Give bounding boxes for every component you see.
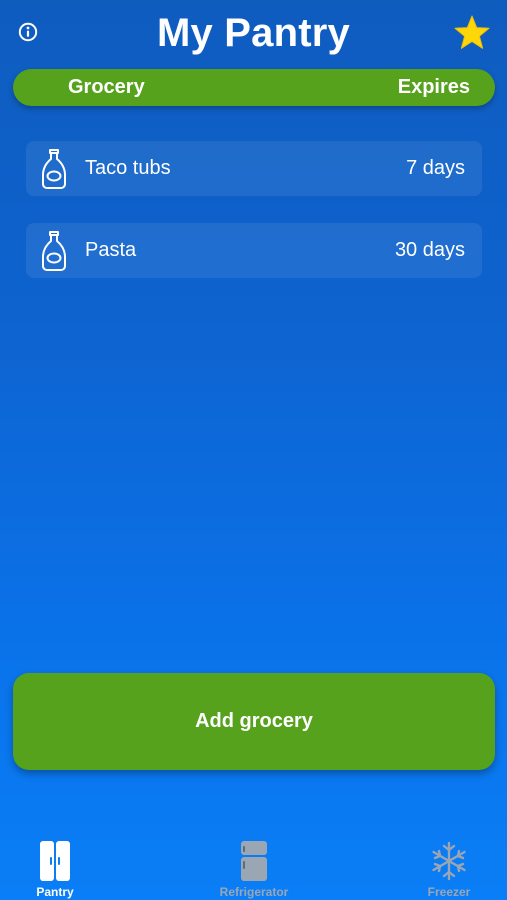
bottle-icon: [42, 231, 66, 271]
grocery-list: Taco tubs 7 days Pasta 30 days: [26, 141, 482, 305]
tab-pantry-label: Pantry: [36, 885, 74, 899]
bottle-icon: [42, 149, 66, 189]
grocery-item-expires: 30 days: [394, 239, 465, 261]
star-icon: [454, 15, 490, 49]
grocery-item-pasta[interactable]: Pasta 30 days: [26, 223, 482, 278]
favorite-button[interactable]: [453, 14, 491, 52]
column-grocery-label: Grocery: [68, 76, 145, 98]
page-title: My Pantry: [157, 11, 350, 55]
tab-refrigerator[interactable]: Refrigerator: [194, 838, 314, 900]
column-expires-label: Expires: [397, 76, 470, 98]
grocery-item-name: Pasta: [85, 239, 137, 261]
tab-refrigerator-label: Refrigerator: [219, 885, 289, 899]
grocery-item-expires: 7 days: [406, 157, 465, 179]
pantry-icon: [40, 841, 70, 881]
tab-pantry[interactable]: Pantry: [0, 838, 115, 900]
grocery-item-taco-tubs[interactable]: Taco tubs 7 days: [26, 141, 482, 196]
tab-freezer-label: Freezer: [427, 885, 471, 899]
add-grocery-button[interactable]: Add grocery: [13, 673, 495, 770]
snowflake-icon: [432, 841, 466, 881]
column-header-bar: Grocery Expires: [13, 69, 495, 106]
tab-bar: Pantry Refrigerator Freezer: [0, 838, 507, 900]
tab-freezer[interactable]: Freezer: [389, 838, 507, 900]
grocery-item-name: Taco tubs: [85, 157, 171, 179]
refrigerator-icon: [241, 841, 267, 881]
